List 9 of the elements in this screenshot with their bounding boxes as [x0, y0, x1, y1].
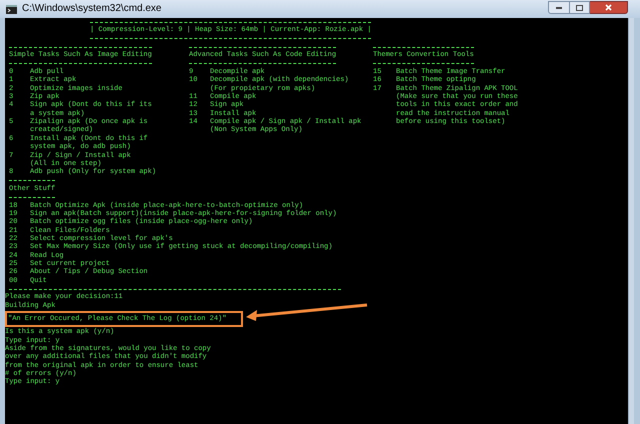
maximize-icon — [576, 4, 583, 10]
maximize-button[interactable] — [570, 1, 590, 14]
terminal-icon — [6, 4, 17, 14]
minimize-button[interactable] — [548, 1, 570, 14]
close-button[interactable] — [590, 1, 628, 14]
scrollbar[interactable] — [628, 18, 634, 424]
window-title: C:\Windows\system32\cmd.exe — [22, 4, 162, 14]
minimize-icon — [556, 6, 562, 8]
close-icon — [605, 4, 612, 11]
